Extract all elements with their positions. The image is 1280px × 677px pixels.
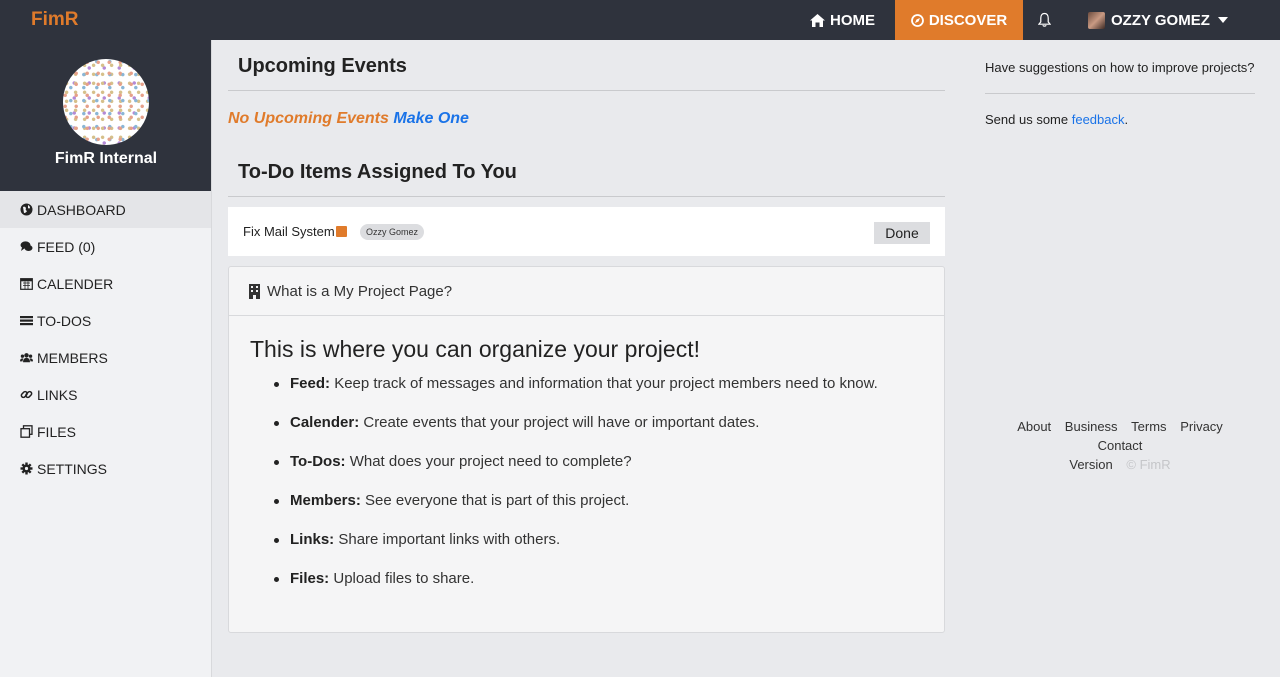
user-avatar [1088,11,1105,29]
suggestions-text: Have suggestions on how to improve proje… [985,60,1255,75]
sidebar-item-label: FEED (0) [37,238,96,255]
feature-desc: Create events that your project will hav… [363,414,760,431]
feature-desc: Share important links with others. [338,531,561,548]
footer-link-business[interactable]: Business [1065,419,1118,434]
feature-term: Calender: [290,414,360,431]
calendar-icon [20,278,33,290]
sidebar-item-settings[interactable]: SETTINGS [0,450,211,487]
make-event-link[interactable]: Make One [393,110,469,127]
list-item: Feed: Keep track of messages and informa… [250,375,924,414]
list-item: Calender: Create events that your projec… [250,414,924,453]
nav-home[interactable]: HOME [810,0,875,40]
upcoming-events-title: Upcoming Events [238,55,407,77]
assignee-badge: Ozzy Gomez [360,224,425,240]
project-avatar [63,59,149,145]
sidebar-item-todos[interactable]: TO-DOS [0,302,211,339]
feature-term: Files: [290,570,330,587]
notifications-button[interactable] [1038,0,1056,40]
nav-discover-label: DISCOVER [928,11,1008,29]
divider [985,93,1255,94]
feature-desc: Upload files to share. [333,570,475,587]
sidebar-item-calender[interactable]: CALENDER [0,265,211,302]
footer-link-about[interactable]: About [1017,419,1051,434]
brand-logo[interactable]: FimR [31,9,79,31]
feedback-suffix: . [1124,112,1129,127]
link-icon [20,390,33,399]
feature-term: Feed: [290,375,331,392]
users-icon [20,353,33,363]
card-title: This is where you can organize your proj… [250,336,700,362]
no-events-text: No Upcoming Events [228,110,389,127]
gear-icon [20,462,33,475]
sidebar-item-label: TO-DOS [37,312,92,329]
bell-icon [1038,12,1051,27]
list-item: Members: See everyone that is part of th… [250,492,924,531]
feature-desc: See everyone that is part of this projec… [365,492,630,509]
feedback-prefix: Send us some [985,112,1069,127]
list-item: Files: Upload files to share. [250,570,924,609]
list-item: To-Dos: What does your project need to c… [250,453,924,492]
sidebar-item-members[interactable]: MEMBERS [0,339,211,376]
footer-copyright: © FimR [1126,457,1171,472]
todo-title: To-Do Items Assigned To You [238,161,517,183]
building-icon [249,283,260,299]
feature-term: Links: [290,531,335,548]
feedback-link[interactable]: feedback [1072,112,1125,127]
todo-text[interactable]: Fix Mail System [243,224,335,239]
list-icon [20,316,33,326]
project-header: FimR Internal [0,40,211,191]
feature-term: Members: [290,492,361,509]
user-name: OZZY GOMEZ [1111,11,1210,29]
list-item: Links: Share important links with others… [250,531,924,570]
sidebar-item-feed[interactable]: FEED (0) [0,228,211,265]
files-icon [20,425,33,438]
feature-list: Feed: Keep track of messages and informa… [250,375,924,609]
feedback-message: Send us some feedback. [985,112,1128,127]
footer-link-terms[interactable]: Terms [1131,419,1166,434]
compass-icon [910,13,924,27]
footer: About Business Terms Privacy Contact Ver… [985,417,1255,474]
nav-discover[interactable]: DISCOVER [895,0,1023,40]
note-icon [336,226,347,237]
no-events-message: No Upcoming Events Make One [228,110,469,128]
sidebar-item-label: CALENDER [37,275,114,292]
sidebar-item-label: DASHBOARD [37,201,126,218]
sidebar-item-files[interactable]: FILES [0,413,211,450]
sidebar-item-label: FILES [37,423,76,440]
sidebar-item-label: SETTINGS [37,460,108,477]
divider [228,90,945,91]
feature-desc: What does your project need to complete? [349,453,632,470]
footer-version-row: Version © FimR [985,455,1255,474]
project-name: FimR Internal [54,150,158,167]
user-menu[interactable]: OZZY GOMEZ [1088,0,1228,40]
card-header: What is a My Project Page? [229,267,944,316]
sidebar: FimR Internal DASHBOARD FEED (0) CALENDE… [0,40,212,677]
sidebar-item-label: MEMBERS [37,349,108,366]
feature-term: To-Dos: [290,453,346,470]
home-icon [810,13,825,27]
footer-link-contact[interactable]: Contact [1098,438,1143,453]
project-info-card: What is a My Project Page? This is where… [228,266,945,633]
footer-link-privacy[interactable]: Privacy [1180,419,1223,434]
sidebar-item-dashboard[interactable]: DASHBOARD [0,191,211,228]
footer-version[interactable]: Version [1069,457,1112,472]
todo-item: Fix Mail System Ozzy Gomez Done [228,207,945,256]
sidebar-item-label: LINKS [37,386,78,403]
nav-home-label: HOME [830,11,875,29]
caret-down-icon [1217,17,1228,23]
globe-icon [20,203,33,216]
comments-icon [20,241,33,251]
done-button[interactable]: Done [874,222,930,244]
card-body: This is where you can organize your proj… [229,316,944,632]
divider [228,196,945,197]
feature-desc: Keep track of messages and information t… [334,375,878,392]
sidebar-item-links[interactable]: LINKS [0,376,211,413]
footer-links: About Business Terms Privacy Contact [985,417,1255,455]
card-header-text: What is a My Project Page? [267,282,453,300]
top-navbar: FimR HOME DISCOVER OZZY GOMEZ [0,0,1280,40]
